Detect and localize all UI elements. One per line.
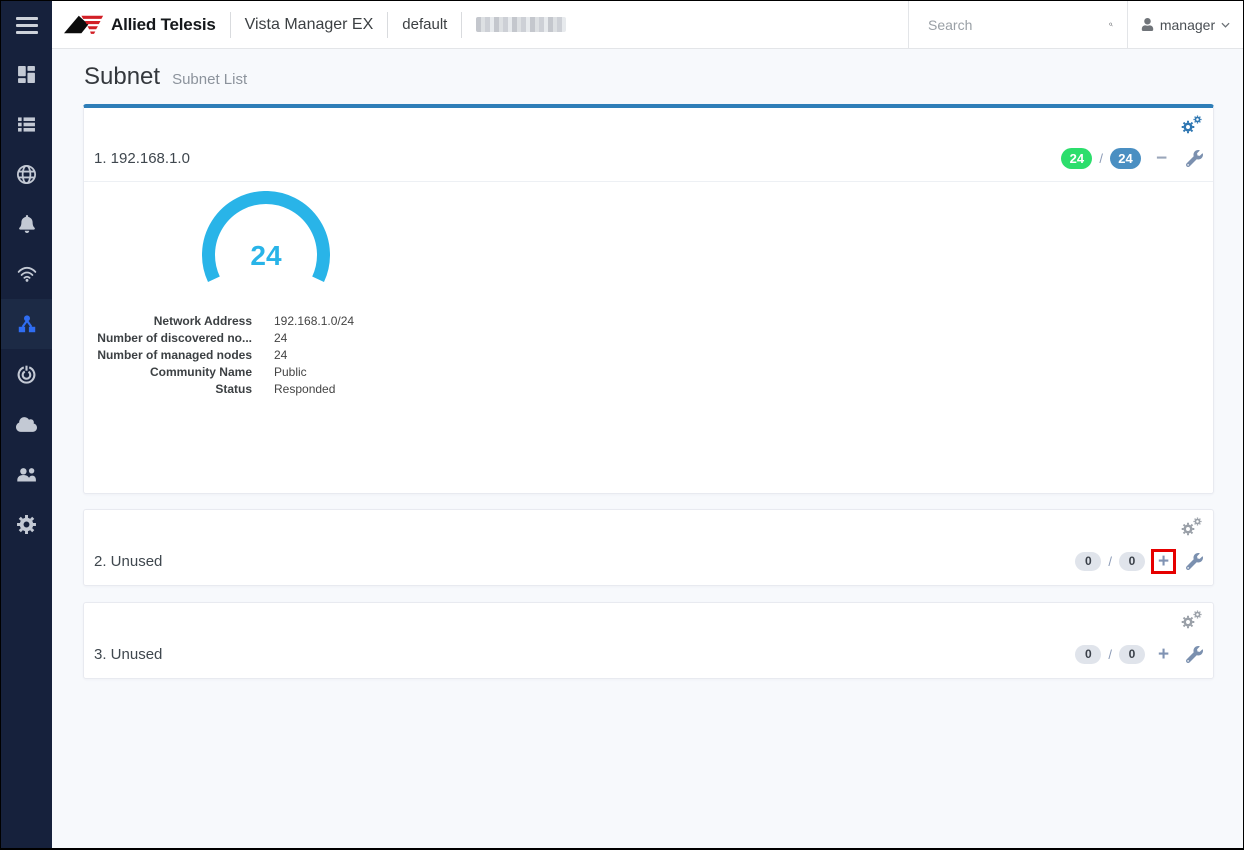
vortex-icon	[16, 364, 37, 385]
detail-row: Network Address 192.168.1.0/24	[84, 313, 1213, 330]
subnet-card-3: 3. Unused 0 / 0 +	[83, 602, 1214, 679]
sidebar-item-sdwan[interactable]	[1, 349, 52, 399]
divider	[387, 12, 388, 38]
subnet-card-1: 1. 192.168.1.0 24 / 24 − 24 Networ	[83, 104, 1214, 494]
redacted-ip-address	[476, 17, 566, 32]
subnet-title: 2. Unused	[94, 553, 162, 570]
detail-label: Community Name	[94, 364, 252, 381]
expand-button-highlighted[interactable]: +	[1151, 549, 1176, 574]
subnet-card-2: 2. Unused 0 / 0 +	[83, 509, 1214, 586]
brand-name: Allied Telesis	[111, 15, 216, 35]
search-input[interactable]	[928, 17, 1109, 33]
badge-separator: /	[1108, 647, 1112, 662]
detail-value: 192.168.1.0/24	[274, 313, 354, 330]
sidebar	[1, 1, 52, 848]
sidebar-item-topology[interactable]	[1, 299, 52, 349]
wrench-icon	[1186, 150, 1203, 167]
sidebar-item-asset-list[interactable]	[1, 99, 52, 149]
detail-value: Public	[274, 364, 307, 381]
detail-row: Number of discovered no... 24	[84, 330, 1213, 347]
sidebar-item-event-log[interactable]	[1, 199, 52, 249]
managed-count-badge: 0	[1119, 645, 1145, 664]
wrench-icon	[1186, 553, 1203, 570]
wrench-icon	[1186, 646, 1203, 663]
detail-label: Number of discovered no...	[94, 330, 252, 347]
detail-value: 24	[274, 347, 287, 364]
divider	[230, 12, 231, 38]
allied-telesis-logo-mark	[64, 14, 104, 35]
detail-label: Status	[94, 381, 252, 398]
search-icon[interactable]	[1109, 15, 1113, 34]
top-header: Allied Telesis Vista Manager EX default …	[52, 1, 1243, 49]
users-icon	[16, 466, 38, 483]
page-subtitle: Subnet List	[172, 71, 247, 88]
search-section	[908, 1, 1128, 48]
expand-button[interactable]: +	[1151, 642, 1176, 667]
gauge-value: 24	[250, 240, 282, 271]
subnet-title: 1. 192.168.1.0	[94, 150, 190, 167]
subnet-title: 3. Unused	[94, 646, 162, 663]
subnet-settings-gears-icon[interactable]	[1181, 610, 1203, 630]
detail-value: Responded	[274, 381, 335, 398]
badge-separator: /	[1108, 554, 1112, 569]
managed-count-badge: 24	[1110, 148, 1141, 169]
sidebar-item-wireless[interactable]	[1, 249, 52, 299]
globe-icon	[16, 164, 37, 185]
sidebar-item-network-map[interactable]	[1, 149, 52, 199]
badge-separator: /	[1099, 151, 1103, 166]
detail-value: 24	[274, 330, 287, 347]
subnet-tools-button[interactable]	[1186, 150, 1203, 167]
subnet-tools-button[interactable]	[1186, 646, 1203, 663]
gear-icon	[16, 514, 37, 535]
page-title: Subnet	[84, 63, 160, 91]
sidebar-item-settings[interactable]	[1, 499, 52, 549]
discovered-count-badge: 0	[1075, 645, 1101, 664]
bell-icon	[18, 215, 36, 233]
discovered-count-badge: 0	[1075, 552, 1101, 571]
page-title-row: Subnet Subnet List	[83, 63, 1214, 91]
subnet-settings-gears-icon[interactable]	[1181, 115, 1203, 135]
main-content: Subnet Subnet List 1. 192.168.1.0 24 / 2…	[52, 49, 1243, 848]
chevron-down-icon	[1221, 22, 1230, 28]
menu-icon[interactable]	[1, 1, 52, 49]
detail-row: Community Name Public	[84, 364, 1213, 381]
topology-icon	[17, 314, 37, 334]
discovered-count-badge: 24	[1061, 148, 1092, 169]
list-icon	[17, 115, 36, 134]
cloud-icon	[16, 416, 37, 433]
detail-label: Network Address	[94, 313, 252, 330]
network-selector[interactable]: default	[402, 16, 447, 33]
sidebar-item-user-management[interactable]	[1, 449, 52, 499]
collapse-button[interactable]: −	[1149, 146, 1174, 171]
subnet-settings-gears-icon[interactable]	[1181, 517, 1203, 537]
divider	[461, 12, 462, 38]
sidebar-item-dashboard[interactable]	[1, 49, 52, 99]
managed-count-badge: 0	[1119, 552, 1145, 571]
detail-row: Status Responded	[84, 381, 1213, 398]
user-icon	[1141, 18, 1154, 31]
wifi-icon	[16, 264, 38, 284]
node-count-gauge: 24	[202, 191, 330, 291]
username: manager	[1160, 17, 1215, 33]
product-name: Vista Manager EX	[245, 16, 374, 34]
detail-row: Number of managed nodes 24	[84, 347, 1213, 364]
detail-label: Number of managed nodes	[94, 347, 252, 364]
subnet-tools-button[interactable]	[1186, 553, 1203, 570]
sidebar-item-cloud[interactable]	[1, 399, 52, 449]
allied-telesis-logo: Allied Telesis	[64, 14, 216, 35]
dashboard-icon	[17, 65, 36, 84]
user-menu[interactable]: manager	[1128, 1, 1243, 48]
